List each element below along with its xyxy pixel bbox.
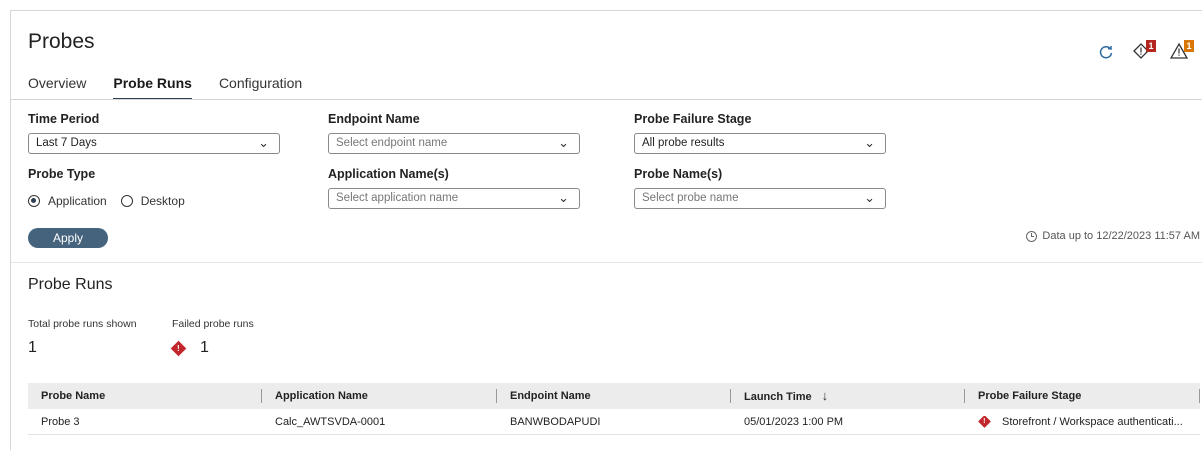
failure-stage-value: All probe results — [642, 137, 725, 149]
failed-runs-label: Failed probe runs — [172, 318, 254, 330]
column-header-endpoint-name[interactable]: Endpoint Name — [497, 383, 731, 409]
tabs-divider — [11, 99, 1202, 100]
application-names-select[interactable]: Select application name ⌄ — [328, 188, 580, 209]
column-label: Endpoint Name — [510, 390, 591, 402]
total-runs-label: Total probe runs shown — [28, 318, 137, 330]
column-label: Application Name — [275, 390, 368, 402]
column-label: Probe Failure Stage — [978, 390, 1082, 402]
column-header-failure-stage[interactable]: Probe Failure Stage — [965, 383, 1200, 409]
data-upto-text: Data up to 12/22/2023 11:57 AM — [1042, 230, 1200, 242]
column-label: Probe Name — [41, 390, 106, 402]
radio-desktop-label: Desktop — [140, 194, 185, 208]
chevron-down-icon: ⌄ — [864, 135, 875, 150]
chevron-down-icon: ⌄ — [558, 190, 569, 205]
chevron-down-icon: ⌄ — [258, 135, 269, 150]
probe-names-placeholder: Select probe name — [642, 192, 739, 204]
total-runs-value: 1 — [28, 339, 37, 356]
radio-application[interactable]: Application — [28, 194, 107, 208]
failure-stage-label: Probe Failure Stage — [634, 112, 752, 126]
endpoint-name-placeholder: Select endpoint name — [336, 137, 448, 149]
refresh-icon[interactable] — [1098, 44, 1114, 60]
column-header-launch-time[interactable]: Launch Time ↓ — [731, 383, 965, 409]
failed-runs-value: 1 — [200, 339, 209, 356]
alerts-badge: 1 — [1146, 40, 1156, 52]
cell-probe-name: Probe 3 — [41, 415, 80, 428]
tab-probe-runs[interactable]: Probe Runs — [113, 73, 192, 100]
application-names-placeholder: Select application name — [336, 192, 459, 204]
page-title: Probes — [28, 30, 95, 53]
endpoint-name-select[interactable]: Select endpoint name ⌄ — [328, 133, 580, 154]
tab-overview[interactable]: Overview — [28, 73, 86, 99]
application-names-label: Application Name(s) — [328, 167, 449, 181]
chevron-down-icon: ⌄ — [558, 135, 569, 150]
column-header-probe-name[interactable]: Probe Name — [28, 383, 262, 409]
probe-names-select[interactable]: Select probe name ⌄ — [634, 188, 886, 209]
cell-launch-time: 05/01/2023 1:00 PM — [744, 415, 844, 428]
time-period-select[interactable]: Last 7 Days ⌄ — [28, 133, 280, 154]
chevron-down-icon: ⌄ — [864, 190, 875, 205]
top-toolbar: 1 1 — [1062, 36, 1202, 66]
apply-button[interactable]: Apply — [28, 228, 108, 248]
tab-configuration[interactable]: Configuration — [219, 73, 302, 99]
time-period-value: Last 7 Days — [36, 137, 97, 149]
failure-stage-select[interactable]: All probe results ⌄ — [634, 133, 886, 154]
probe-type-radio-group: Application Desktop — [28, 194, 199, 208]
section-divider — [11, 262, 1202, 263]
data-timestamp: Data up to 12/22/2023 11:57 AM — [1026, 230, 1200, 242]
clock-icon — [1026, 230, 1038, 242]
alerts-icon[interactable]: 1 — [1132, 40, 1162, 62]
probe-runs-table: Probe Name Application Name Endpoint Nam… — [28, 383, 1200, 435]
radio-selected-icon — [28, 195, 40, 207]
probe-runs-title: Probe Runs — [28, 276, 113, 293]
table-header: Probe Name Application Name Endpoint Nam… — [28, 383, 1200, 409]
tab-bar: Overview Probe Runs Configuration — [28, 73, 329, 100]
cell-endpoint-name: BANWBODAPUDI — [510, 415, 601, 428]
failure-diamond-icon — [978, 415, 991, 428]
column-header-application-name[interactable]: Application Name — [262, 383, 497, 409]
probe-names-label: Probe Name(s) — [634, 167, 723, 181]
table-row[interactable]: Probe 3 Calc_AWTSVDA-0001 BANWBODAPUDI 0… — [28, 409, 1200, 435]
probe-type-label: Probe Type — [28, 167, 96, 181]
cell-failure-stage: Storefront / Workspace authenticati... — [965, 415, 1200, 428]
warning-icon[interactable]: 1 — [1169, 40, 1200, 62]
sort-down-arrow-icon[interactable]: ↓ — [822, 388, 829, 403]
column-label: Launch Time — [744, 391, 812, 403]
endpoint-name-label: Endpoint Name — [328, 112, 420, 126]
radio-application-label: Application — [48, 194, 107, 208]
radio-unselected-icon — [120, 195, 133, 207]
warnings-badge: 1 — [1184, 40, 1194, 52]
cell-application-name: Calc_AWTSVDA-0001 — [275, 415, 386, 428]
radio-desktop[interactable]: Desktop — [120, 194, 185, 208]
time-period-label: Time Period — [28, 112, 100, 126]
failure-stage-text: Storefront / Workspace authenticati... — [1002, 415, 1183, 428]
